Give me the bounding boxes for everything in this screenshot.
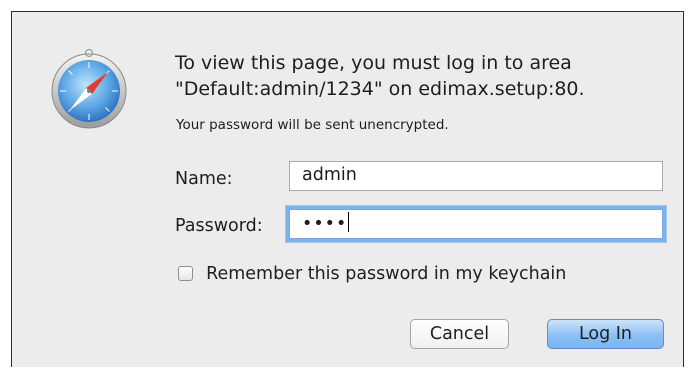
login-message: To view this page, you must log in to ar… <box>175 50 675 102</box>
password-label: Password: <box>175 216 263 236</box>
unencrypted-warning: Your password will be sent unencrypted. <box>176 117 449 133</box>
cancel-button[interactable]: Cancel <box>410 319 509 349</box>
remember-label[interactable]: Remember this password in my keychain <box>206 264 566 284</box>
log-in-button[interactable]: Log In <box>547 319 664 349</box>
safari-compass-icon <box>51 48 127 129</box>
name-field-value: admin <box>302 165 357 185</box>
login-dialog: To view this page, you must log in to ar… <box>11 11 684 367</box>
text-caret <box>348 212 350 232</box>
name-label: Name: <box>175 169 233 189</box>
remember-row[interactable]: Remember this password in my keychain <box>178 264 566 284</box>
password-field[interactable]: •••• <box>289 209 663 239</box>
message-line-2: "Default:admin/1234" on edimax.setup:80. <box>175 78 585 100</box>
password-field-value: •••• <box>302 214 348 234</box>
message-line-1: To view this page, you must log in to ar… <box>175 52 572 74</box>
screenshot-frame: To view this page, you must log in to ar… <box>0 0 695 374</box>
name-field[interactable]: admin <box>289 161 663 191</box>
remember-checkbox[interactable] <box>178 266 193 281</box>
